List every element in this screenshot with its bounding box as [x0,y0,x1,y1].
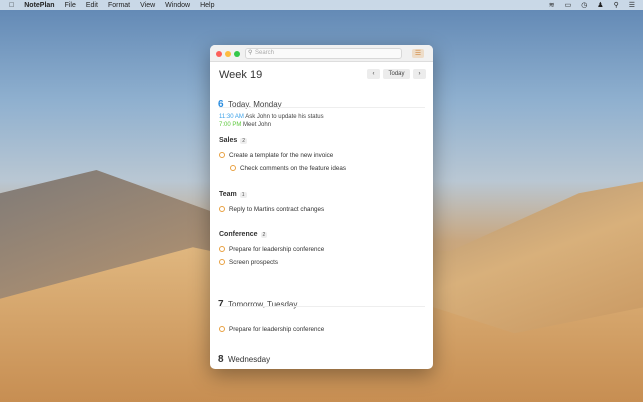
wifi-icon[interactable]: ≋ [549,1,555,9]
task-item[interactable]: Create a template for the new invoice [219,152,333,159]
event-item[interactable]: 11:30 AM Ask John to update his status [219,114,324,120]
task-item[interactable]: Check comments on the feature ideas [230,165,346,172]
event-time: 11:30 AM [219,114,244,120]
maximize-button[interactable] [234,51,240,57]
section-header-sales: Sales 2 [219,137,248,144]
search-icon[interactable]: ⚲ [614,1,619,9]
prev-week-button[interactable]: ‹ [367,69,380,79]
title-bar: ⚲ Search ☰ [210,45,433,62]
minimize-button[interactable] [225,51,231,57]
search-icon: ⚲ [248,50,253,56]
day-header-7: 7 Tomorrow, Tuesday [218,294,297,312]
battery-icon[interactable]: ▭ [565,1,572,9]
clock-icon[interactable]: ◷ [581,1,587,9]
task-checkbox-icon[interactable] [219,326,225,332]
noteplan-window: ⚲ Search ☰ Week 19 ‹ Today › 6 Today, Mon… [210,45,433,369]
day-label: Tomorrow, Tuesday [228,300,298,309]
menu-app[interactable]: NotePlan [24,2,54,9]
section-header-conference: Conference 2 [219,231,268,238]
task-item[interactable]: Screen prospects [219,259,278,266]
count-badge: 1 [239,192,247,198]
day-number: 6 [218,99,224,110]
count-badge: 2 [260,232,268,238]
event-item[interactable]: 7:00 PM Meet John [219,122,271,128]
search-input[interactable]: ⚲ Search [245,48,402,59]
event-text: Meet John [243,122,272,128]
menu-file[interactable]: File [65,2,76,9]
today-button[interactable]: Today [383,69,410,79]
task-checkbox-icon[interactable] [219,152,225,158]
menu-format[interactable]: Format [108,2,130,9]
task-item[interactable]: Prepare for leadership conference [219,326,324,333]
day-header-6: 6 Today, Monday [218,94,282,112]
sidebar-toggle-icon[interactable]: ☰ [412,49,424,58]
close-button[interactable] [216,51,222,57]
page-title: Week 19 [219,69,263,81]
section-header-team: Team 1 [219,191,247,198]
menu-edit[interactable]: Edit [86,2,98,9]
list-icon[interactable]: ☰ [629,1,635,9]
task-checkbox-icon[interactable] [219,246,225,252]
menu-window[interactable]: Window [165,2,190,9]
event-time: 7:00 PM [219,122,242,128]
day-number: 7 [218,299,224,310]
next-week-button[interactable]: › [413,69,426,79]
task-checkbox-icon[interactable] [230,165,236,171]
menu-view[interactable]: View [140,2,155,9]
count-badge: 2 [240,138,248,144]
day-number: 8 [218,354,224,365]
apple-icon[interactable]:  [9,2,14,9]
menu-help[interactable]: Help [200,2,214,9]
task-checkbox-icon[interactable] [219,206,225,212]
task-checkbox-icon[interactable] [219,259,225,265]
task-item[interactable]: Reply to Martins contract changes [219,206,324,213]
task-item[interactable]: Prepare for leadership conference [219,246,324,253]
search-placeholder: Search [255,50,275,56]
day-header-8: 8 Wednesday [218,351,270,366]
menu-bar:  NotePlan File Edit Format View Window … [0,0,643,10]
day-label: Wednesday [228,355,271,364]
user-icon[interactable]: ♟ [597,1,603,9]
event-text: Ask John to update his status [245,114,324,120]
